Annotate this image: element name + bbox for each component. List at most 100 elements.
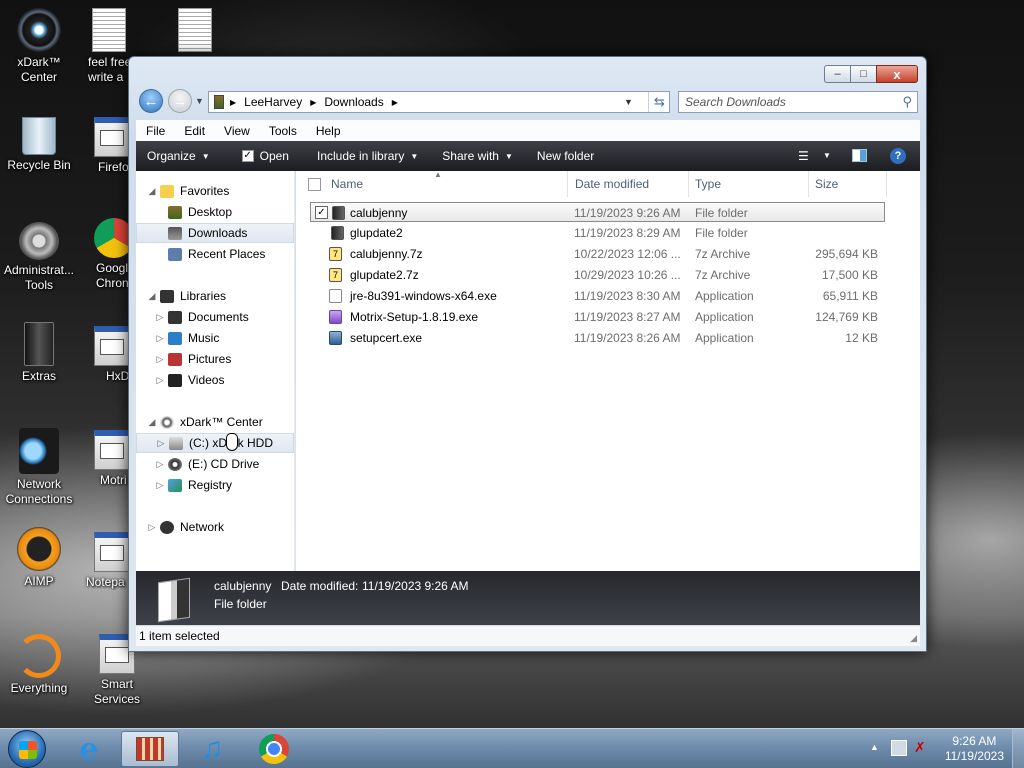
desktop-icon-xdark-center[interactable]: xDark™ Center	[0, 8, 81, 85]
desktop-icon-everything[interactable]: Everything	[0, 634, 81, 696]
resize-grip-icon[interactable]: ◢	[910, 633, 917, 644]
close-button[interactable]: x	[876, 65, 918, 83]
column-divider[interactable]	[808, 171, 809, 197]
preview-pane-icon[interactable]	[852, 149, 867, 162]
nav-computer[interactable]: ◢ xDark™ Center	[146, 412, 263, 432]
show-desktop-button[interactable]	[1012, 729, 1024, 768]
minimize-button[interactable]: –	[824, 65, 850, 83]
nav-recent-places[interactable]: Recent Places	[160, 244, 265, 264]
nav-c-drive[interactable]: ▷(C:) xDark HDD	[136, 433, 294, 453]
pictures-icon	[168, 352, 182, 366]
nav-label: Libraries	[180, 289, 227, 303]
column-header-type[interactable]: Type	[695, 171, 805, 197]
breadcrumb-separator-icon: ▶	[230, 97, 237, 107]
desktop-icon-recycle-bin[interactable]: Recycle Bin	[0, 117, 81, 173]
menu-help[interactable]: Help	[306, 124, 350, 138]
back-button[interactable]: ←	[139, 89, 163, 113]
details-name: calubjenny	[214, 579, 272, 593]
start-button[interactable]	[8, 730, 46, 768]
maximize-button[interactable]: □	[850, 65, 876, 83]
desktop-icon-text-file[interactable]: feel free write a	[84, 8, 134, 85]
search-placeholder: Search Downloads	[685, 95, 786, 109]
nav-music[interactable]: ▷ Music	[154, 328, 220, 348]
network-tray-icon[interactable]	[891, 740, 907, 756]
nav-videos[interactable]: ▷ Videos	[154, 370, 225, 390]
search-box[interactable]: Search Downloads ⚲	[678, 91, 918, 113]
nav-documents[interactable]: ▷ Documents	[154, 307, 249, 327]
breadcrumb-item-downloads[interactable]: Downloads	[324, 95, 383, 109]
system-clock[interactable]: 9:26 AM 11/19/2023	[945, 734, 1004, 764]
nav-network[interactable]: ▷ Network	[146, 517, 224, 537]
taskbar-music-player[interactable]: ♫	[183, 731, 241, 767]
status-bar: 1 item selected ◢	[136, 625, 920, 646]
file-name: calubjenny	[350, 206, 408, 220]
help-icon[interactable]: ?	[890, 148, 906, 164]
menu-edit[interactable]: Edit	[174, 124, 214, 138]
search-icon: ⚲	[902, 94, 912, 109]
file-row-calubjenny[interactable]: ✓ calubjenny 11/19/2023 9:26 AM File fol…	[310, 202, 885, 222]
breadcrumb-separator-icon: ▶	[391, 97, 398, 107]
desktop-icon-label: Notepa	[86, 575, 125, 589]
file-row-motrix-setup[interactable]: Motrix-Setup-1.8.19.exe 11/19/2023 8:27 …	[310, 307, 885, 327]
column-divider[interactable]	[567, 171, 568, 197]
file-size: 124,769 KB	[815, 310, 878, 324]
address-dropdown-icon[interactable]: ▼	[624, 97, 633, 107]
column-header-date-modified[interactable]: Date modified	[575, 171, 685, 197]
desktop-icon-text-file-2[interactable]	[153, 8, 237, 55]
select-all-checkbox[interactable]	[308, 178, 321, 191]
taskbar-internet-explorer[interactable]: e	[60, 731, 118, 767]
nav-pictures[interactable]: ▷ Pictures	[154, 349, 232, 369]
organize-button[interactable]: Organize ▼	[136, 141, 220, 171]
forward-button[interactable]: →	[168, 89, 192, 113]
nav-desktop[interactable]: Desktop	[160, 202, 232, 222]
menu-tools[interactable]: Tools	[259, 124, 306, 138]
new-folder-button[interactable]: New folder	[523, 141, 604, 171]
desktop-icon-extras[interactable]: Extras	[0, 322, 81, 384]
breadcrumb-item-leeharvey[interactable]: LeeHarvey	[244, 95, 302, 109]
open-button[interactable]: ✓ Open	[220, 141, 299, 171]
desktop-icon-aimp[interactable]: AIMP	[0, 527, 81, 589]
nav-registry[interactable]: ▷ Registry	[154, 475, 232, 495]
column-divider[interactable]	[688, 171, 689, 197]
aimp-icon	[17, 527, 61, 571]
nav-libraries[interactable]: ◢ Libraries	[146, 286, 227, 306]
show-hidden-icons-icon[interactable]: ▲	[870, 742, 879, 752]
recent-pages-dropdown-icon[interactable]: ▼	[195, 96, 204, 106]
hard-drive-icon	[169, 436, 183, 450]
column-divider[interactable]	[886, 171, 887, 197]
desktop-icon-network-connections[interactable]: Network Connections	[0, 428, 81, 507]
file-row-glupdate2[interactable]: glupdate2 11/19/2023 8:29 AM File folder	[310, 223, 885, 243]
column-header-size[interactable]: Size	[815, 171, 885, 197]
taskbar-google-chrome[interactable]	[245, 731, 303, 767]
nav-favorites[interactable]: ◢ Favorites	[146, 181, 230, 201]
desktop-icon-admin-tools[interactable]: Administrat... Tools	[0, 222, 81, 293]
nav-label: Network	[180, 520, 225, 534]
volume-muted-icon[interactable]: ✗	[914, 739, 926, 756]
include-in-library-button[interactable]: Include in library ▼	[299, 141, 428, 171]
share-with-button[interactable]: Share with ▼	[428, 141, 523, 171]
refresh-icon: ⇆	[654, 94, 665, 109]
nav-e-drive[interactable]: ▷ (E:) CD Drive	[154, 454, 260, 474]
view-options-icon[interactable]: ☰	[798, 149, 809, 163]
chevron-down-icon[interactable]: ▼	[823, 151, 831, 160]
address-bar[interactable]: ▶ LeeHarvey ▶ Downloads ▶ ▼	[208, 91, 670, 113]
navigation-pane: ◢ Favorites Desktop Downloads Recent Plac…	[136, 171, 295, 571]
desktop-icon-notepad[interactable]: Notepa	[84, 532, 134, 590]
menu-file[interactable]: File	[136, 124, 174, 138]
file-date: 11/19/2023 9:26 AM	[574, 206, 681, 220]
file-row-calubjenny-7z[interactable]: 7 calubjenny.7z 10/22/2023 12:06 ... 7z …	[310, 244, 885, 264]
file-row-glupdate2-7z[interactable]: 7 glupdate2.7z 10/29/2023 10:26 ... 7z A…	[310, 265, 885, 285]
java-icon	[329, 289, 342, 303]
expanded-arrow-icon: ◢	[148, 290, 156, 301]
file-row-setupcert[interactable]: setupcert.exe 11/19/2023 8:26 AM Applica…	[310, 328, 885, 348]
nav-downloads[interactable]: Downloads	[136, 223, 294, 243]
taskbar-windows-explorer[interactable]	[121, 731, 179, 767]
desktop-icon-label: Administrat... Tools	[3, 263, 75, 292]
7z-archive-icon: 7	[329, 268, 342, 282]
refresh-button[interactable]: ⇆	[648, 92, 670, 112]
row-checkbox[interactable]: ✓	[315, 206, 328, 219]
column-header-name[interactable]: Name	[331, 171, 566, 197]
details-type: File folder	[214, 597, 267, 611]
menu-view[interactable]: View	[214, 124, 259, 138]
file-row-jre-installer[interactable]: jre-8u391-windows-x64.exe 11/19/2023 8:3…	[310, 286, 885, 306]
